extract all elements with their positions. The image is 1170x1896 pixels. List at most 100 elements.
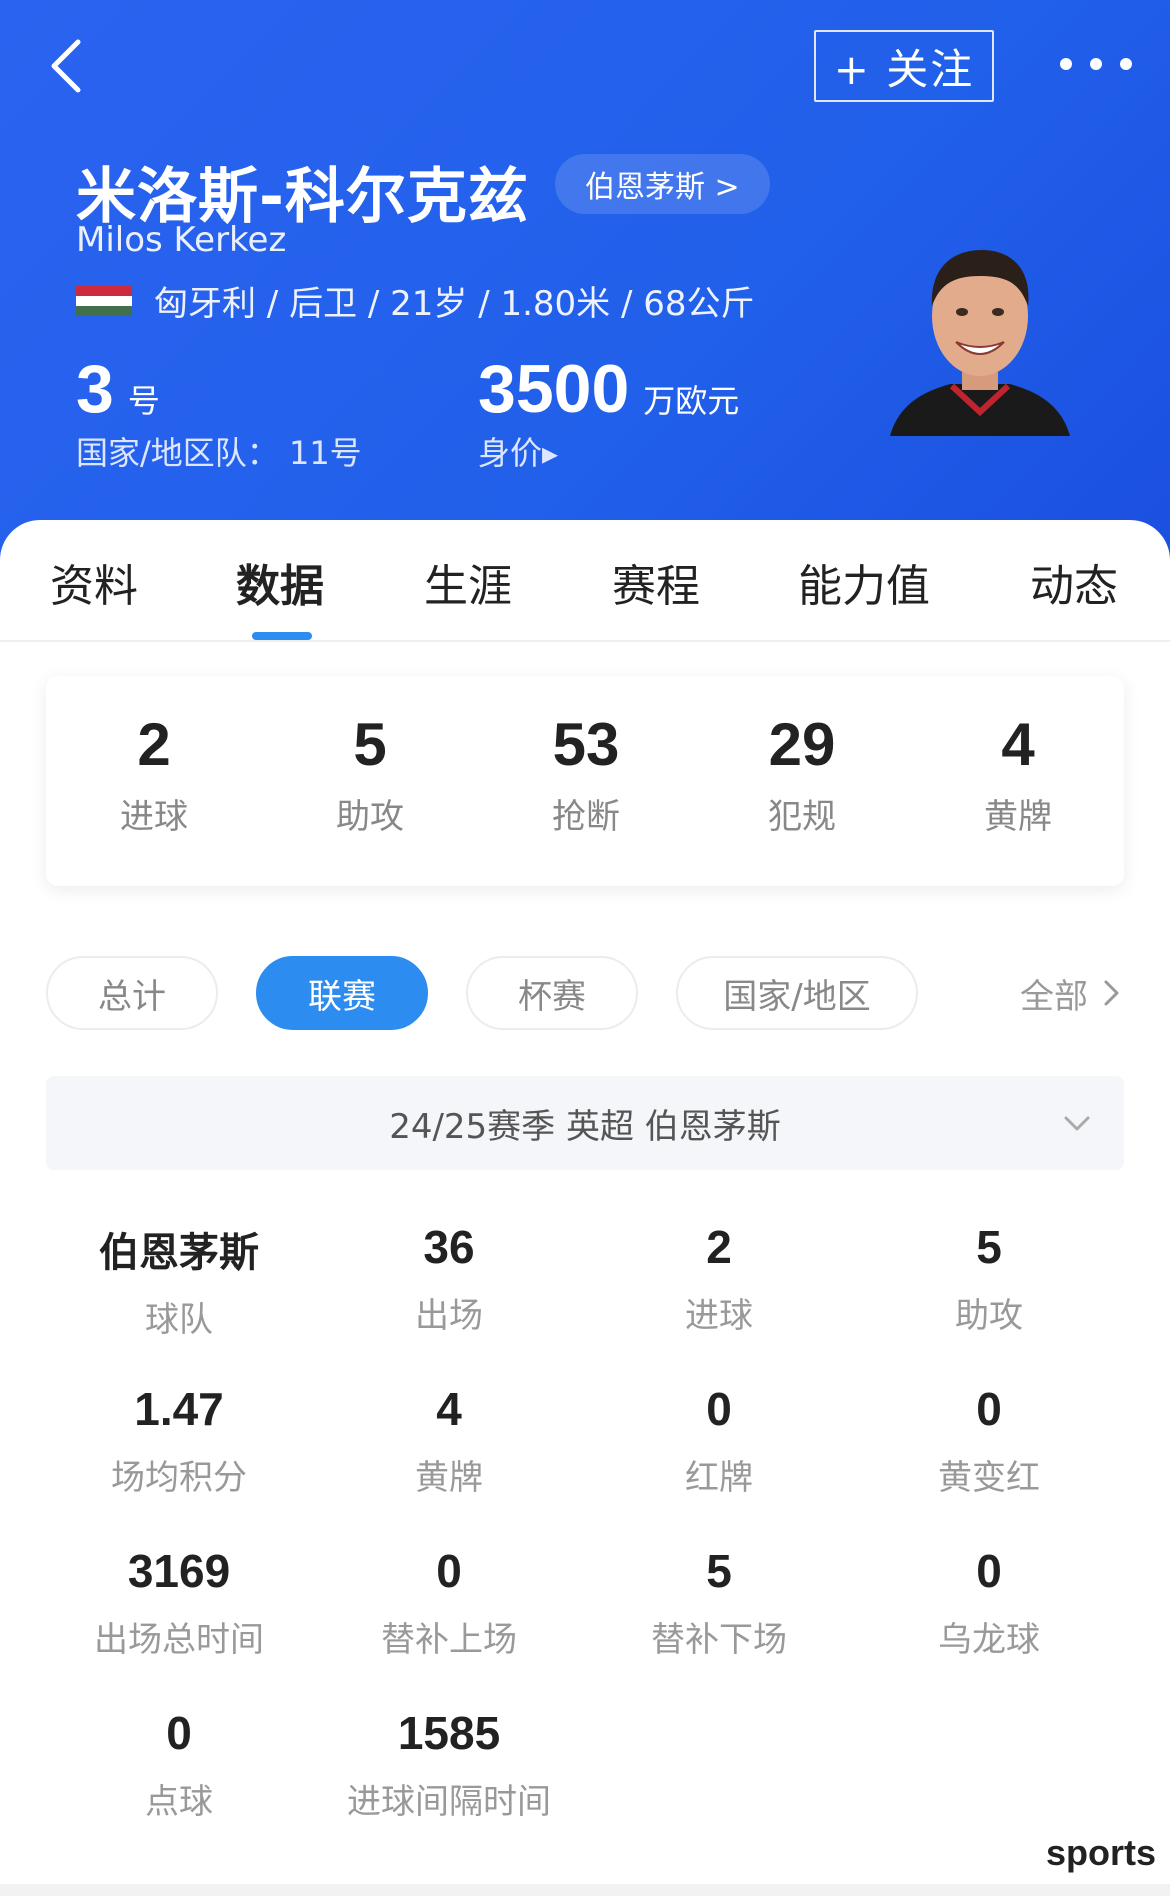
- tabs-divider: [0, 640, 1170, 642]
- summary-assists: 5 助攻: [262, 676, 478, 838]
- player-info: 匈牙利 / 后卫 / 21岁 / 1.80米 / 68公斤: [76, 276, 755, 325]
- shirt-number: 3号: [76, 350, 160, 428]
- stat-sub-on: 0 替补上场: [314, 1544, 584, 1661]
- market-value-link[interactable]: 身价▸: [478, 428, 558, 474]
- shirt-number-value: 3: [76, 351, 114, 427]
- national-team-number: 国家/地区队： 11号: [76, 434, 362, 472]
- tab-schedule[interactable]: 赛程: [612, 550, 700, 614]
- stat-label: 乌龙球: [938, 1620, 1040, 1660]
- stat-value: 1.47: [134, 1383, 224, 1435]
- stat-label: 黄变红: [938, 1458, 1040, 1498]
- tab-ability[interactable]: 能力值: [798, 550, 930, 614]
- stat-value: 0: [706, 1383, 732, 1435]
- stat-minutes-played: 3169 出场总时间: [44, 1544, 314, 1661]
- tab-career[interactable]: 生涯: [424, 550, 512, 614]
- market-value: 3500 万欧元: [478, 350, 739, 428]
- stat-value: 36: [423, 1221, 475, 1273]
- more-dot-icon: [1090, 58, 1102, 70]
- stat-red-cards: 0 红牌: [584, 1382, 854, 1499]
- stat-label: 出场总时间: [94, 1620, 264, 1660]
- more-options-button[interactable]: [1060, 44, 1132, 84]
- stat-value: 0: [976, 1383, 1002, 1435]
- competition-filters: 总计 联赛 杯赛 国家/地区 全部: [0, 956, 1170, 1030]
- stat-value: 1585: [397, 1707, 501, 1759]
- more-dot-icon: [1060, 58, 1072, 70]
- stat-goals: 2 进球: [584, 1220, 854, 1337]
- active-tab-indicator: [252, 632, 312, 640]
- player-info-text: 匈牙利 / 后卫 / 21岁 / 1.80米 / 68公斤: [154, 284, 755, 324]
- summary-goals: 2 进球: [46, 676, 262, 838]
- follow-button[interactable]: + 关注: [814, 30, 994, 102]
- content-card: 资料 数据 生涯 赛程 能力值 动态 2 进球 5 助攻 53 抢断 29 犯规…: [0, 520, 1170, 1896]
- stat-label: 替补下场: [651, 1620, 787, 1660]
- stat-value: 5: [706, 1545, 732, 1597]
- summary-tackles: 53 抢断: [478, 676, 694, 838]
- chevron-left-icon: [51, 39, 81, 93]
- stat-penalties: 0 点球: [44, 1706, 314, 1823]
- stat-value: 2: [706, 1221, 732, 1273]
- club-link[interactable]: 伯恩茅斯 >: [555, 154, 770, 214]
- player-avatar: [890, 250, 1070, 436]
- stat-assists: 5 助攻: [854, 1220, 1124, 1337]
- chevron-down-icon: [1064, 1116, 1090, 1131]
- stat-second-yellow: 0 黄变红: [854, 1382, 1124, 1499]
- stat-label: 场均积分: [111, 1458, 247, 1498]
- stat-value: 0: [976, 1545, 1002, 1597]
- stat-value: 3169: [127, 1545, 231, 1597]
- stat-value: 5: [976, 1221, 1002, 1273]
- tab-news[interactable]: 动态: [1030, 550, 1118, 614]
- tab-bar: 资料 数据 生涯 赛程 能力值 动态: [0, 550, 1170, 640]
- hungary-flag-icon: [76, 285, 132, 316]
- summary-value: 29: [768, 711, 836, 778]
- more-dot-icon: [1120, 58, 1132, 70]
- stat-label: 红牌: [685, 1458, 753, 1498]
- stat-value: 伯恩茅斯: [99, 1230, 259, 1276]
- stat-sub-off: 5 替补下场: [584, 1544, 854, 1661]
- summary-label: 抢断: [552, 797, 620, 837]
- season-label: 24/25赛季 英超 伯恩茅斯: [389, 1106, 781, 1147]
- back-button[interactable]: [36, 36, 96, 96]
- stat-points-per-game: 1.47 场均积分: [44, 1382, 314, 1499]
- stat-appearances: 36 出场: [314, 1220, 584, 1337]
- stat-label: 替补上场: [381, 1620, 517, 1660]
- stat-minutes-per-goal: 1585 进球间隔时间: [314, 1706, 584, 1823]
- tab-stats[interactable]: 数据: [236, 550, 324, 614]
- stat-label: 进球: [685, 1296, 753, 1336]
- stat-value: 4: [436, 1383, 462, 1435]
- summary-value: 5: [353, 711, 387, 778]
- summary-label: 进球: [120, 797, 188, 837]
- watermark: sports: [1045, 1832, 1156, 1873]
- summary-label: 犯规: [768, 797, 836, 837]
- filter-national[interactable]: 国家/地区: [676, 956, 918, 1030]
- summary-value: 4: [1001, 711, 1035, 778]
- stat-own-goals: 0 乌龙球: [854, 1544, 1124, 1661]
- stat-team: 伯恩茅斯 球队: [44, 1220, 314, 1341]
- stat-value: 0: [166, 1707, 192, 1759]
- chevron-right-icon: [1104, 980, 1119, 1006]
- stat-label: 助攻: [955, 1296, 1023, 1336]
- stat-value: 0: [436, 1545, 462, 1597]
- summary-fouls: 29 犯规: [694, 676, 910, 838]
- market-value-unit: 万欧元: [643, 382, 740, 420]
- filter-total[interactable]: 总计: [46, 956, 218, 1030]
- shirt-number-unit: 号: [127, 382, 160, 420]
- player-english-name: Milos Kerkez: [76, 220, 287, 260]
- summary-value: 53: [552, 711, 620, 778]
- filter-cup[interactable]: 杯赛: [466, 956, 638, 1030]
- stat-label: 进球间隔时间: [347, 1782, 551, 1822]
- stat-label: 出场: [415, 1296, 483, 1336]
- summary-value: 2: [137, 711, 171, 778]
- tab-profile[interactable]: 资料: [50, 550, 138, 614]
- stat-yellow-cards: 4 黄牌: [314, 1382, 584, 1499]
- filter-league[interactable]: 联赛: [256, 956, 428, 1030]
- player-header: + 关注 米洛斯-科尔克兹 伯恩茅斯 > Milos Kerkez 匈牙利 / …: [0, 0, 1170, 560]
- stat-label: 黄牌: [415, 1458, 483, 1498]
- filter-all-label: 全部: [1020, 976, 1088, 1017]
- filter-all-link[interactable]: 全部: [1020, 956, 1124, 1030]
- stat-label: 点球: [145, 1782, 213, 1822]
- season-summary: 2 进球 5 助攻 53 抢断 29 犯规 4 黄牌: [46, 676, 1124, 886]
- summary-label: 黄牌: [984, 797, 1052, 837]
- stat-label: 球队: [145, 1300, 213, 1340]
- market-value-number: 3500: [478, 351, 630, 427]
- season-selector[interactable]: 24/25赛季 英超 伯恩茅斯: [46, 1076, 1124, 1170]
